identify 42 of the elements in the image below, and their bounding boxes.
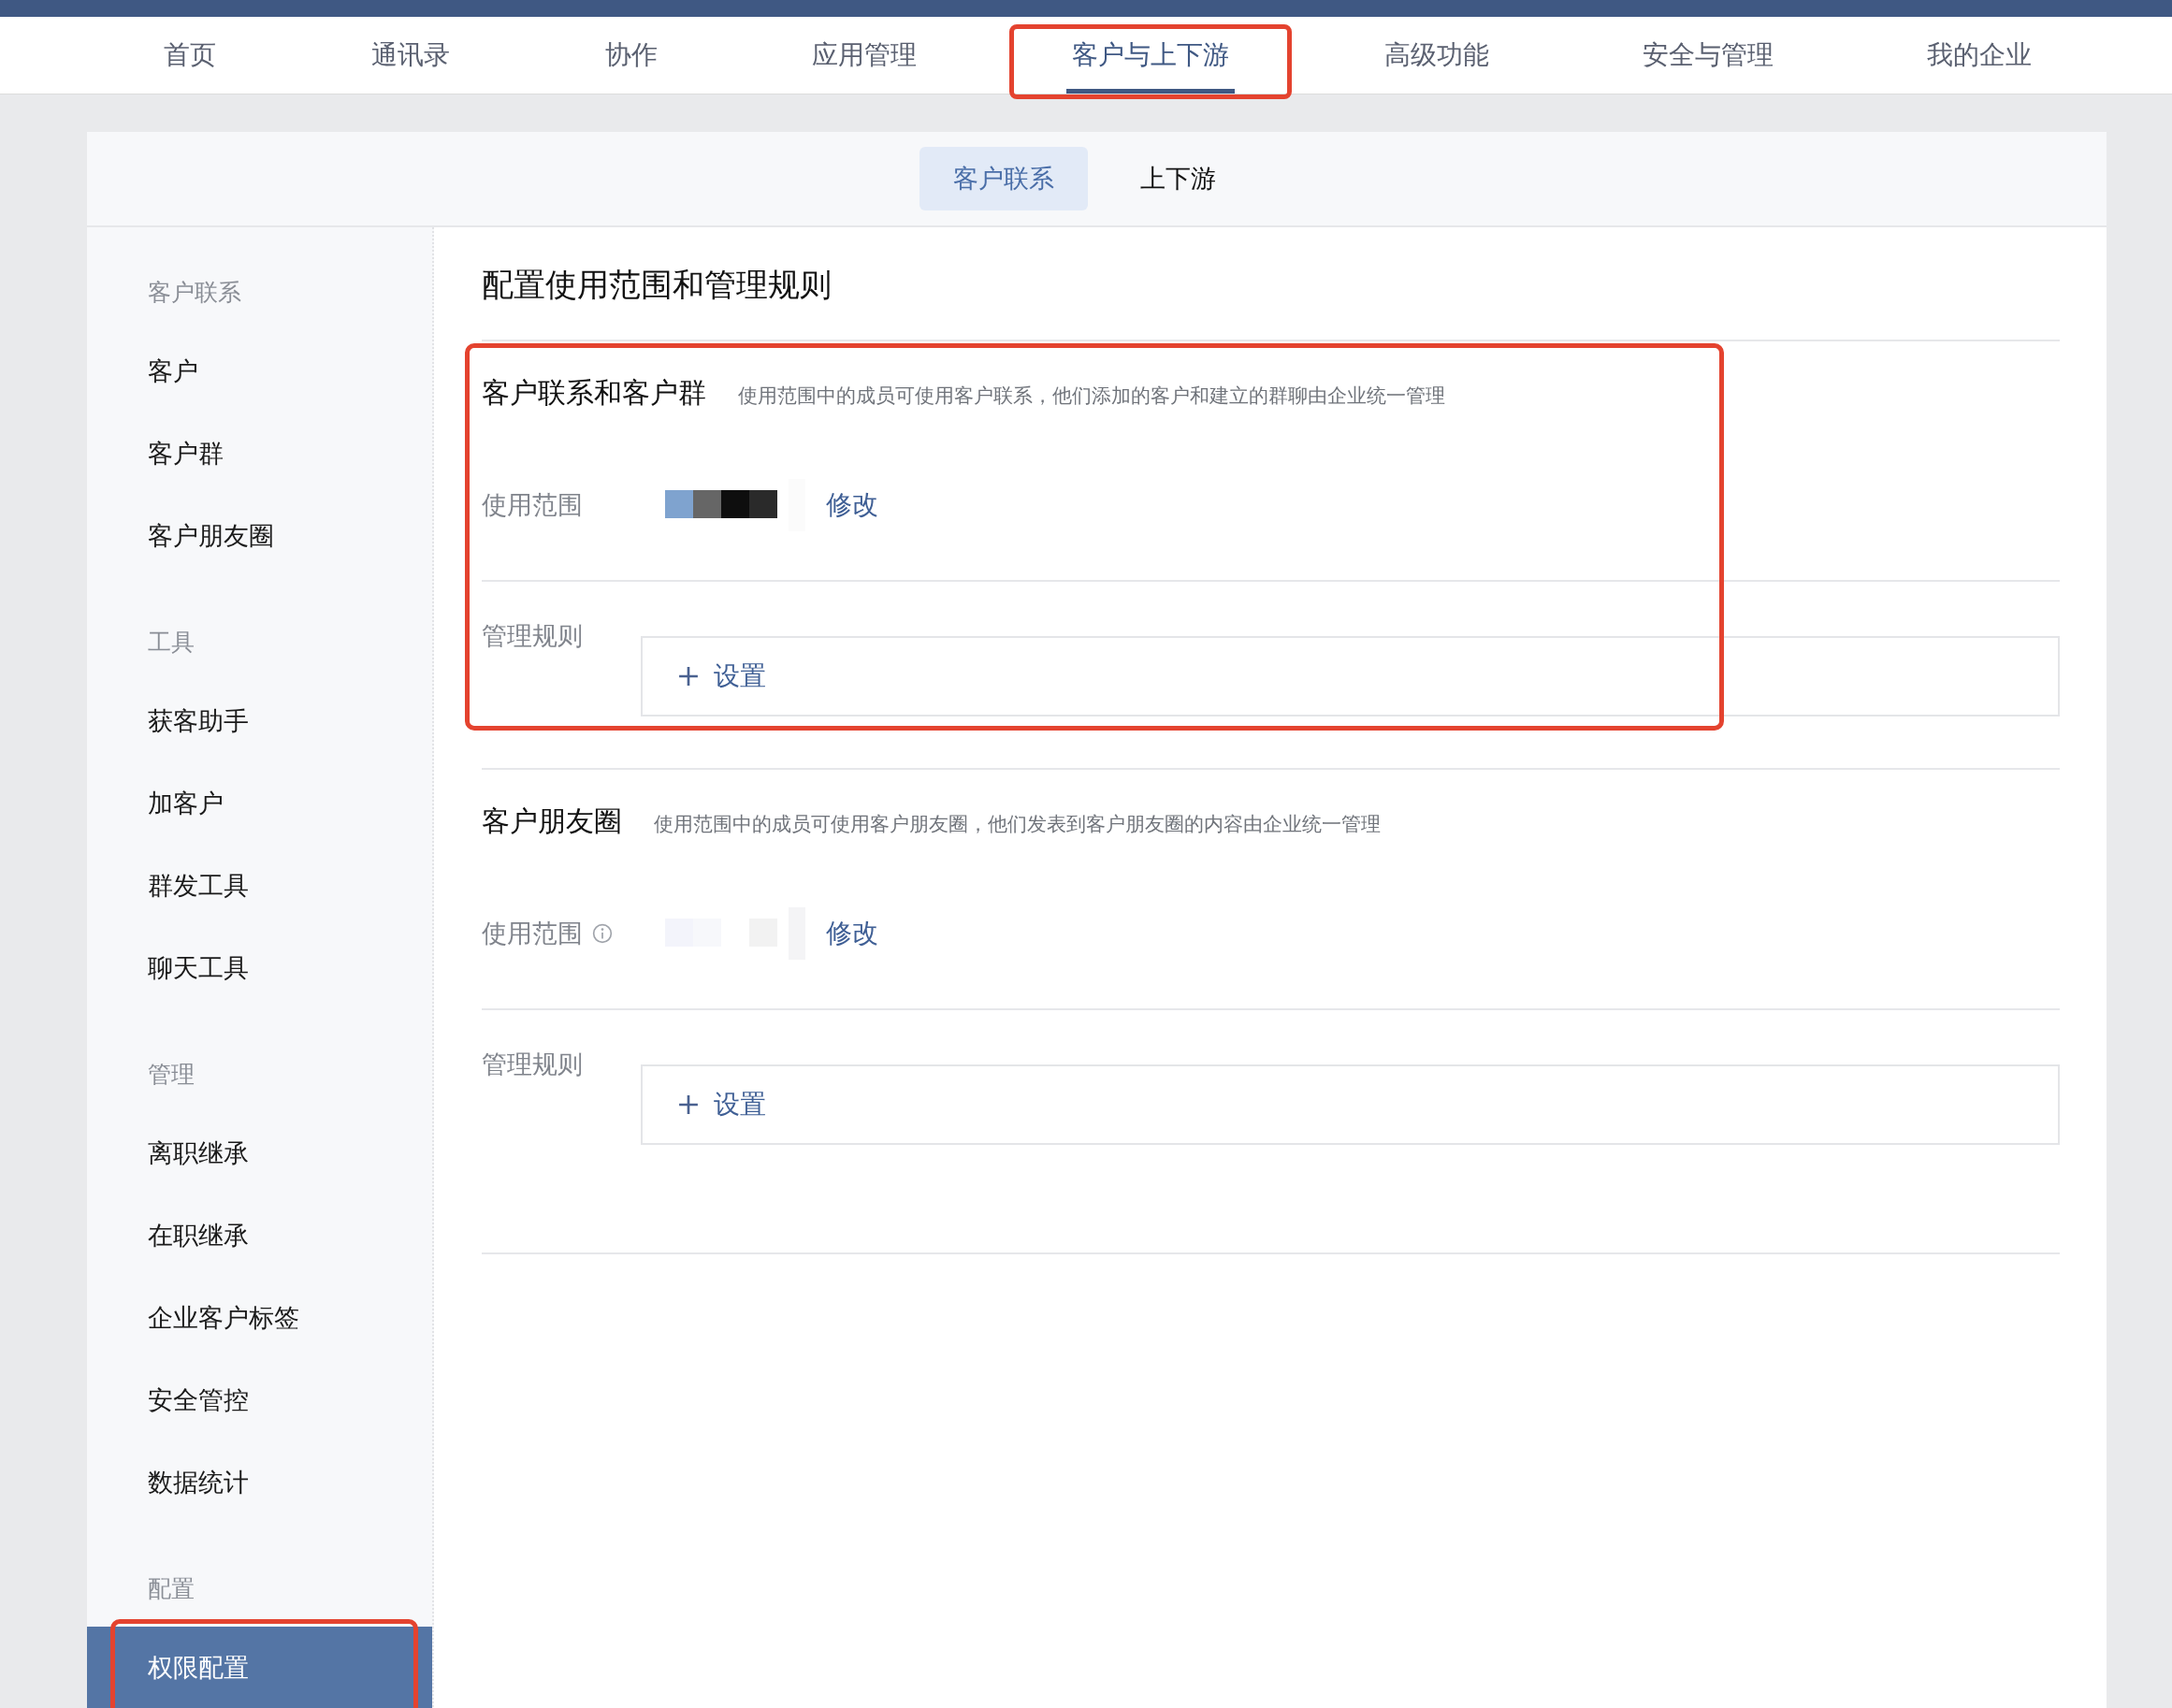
sidebar-group-title: 配置 <box>147 1574 195 1604</box>
sidebar-item[interactable]: 在职继承 <box>87 1194 432 1277</box>
section-title: 客户联系和客户群 <box>482 375 706 411</box>
field-label: 管理规则 <box>482 1049 583 1080</box>
sidebar-item[interactable]: 企业客户标签 <box>87 1277 432 1359</box>
sub-tab[interactable]: 上下游 <box>1107 147 1250 210</box>
sidebar-item[interactable]: 安全管控 <box>87 1359 432 1441</box>
nav-tab[interactable]: 我的企业 <box>1921 17 2037 94</box>
edit-link[interactable]: 修改 <box>826 916 878 951</box>
sidebar-item[interactable]: 客户群 <box>87 413 432 495</box>
nav-tab[interactable]: 客户与上下游 <box>1066 17 1235 94</box>
sidebar-group-title: 工具 <box>147 628 195 658</box>
sidebar-item[interactable]: 聊天工具 <box>87 927 432 1009</box>
edit-link[interactable]: 修改 <box>826 487 878 523</box>
sidebar-group-title: 客户联系 <box>147 278 242 308</box>
field-label: 使用范围 <box>482 489 583 521</box>
nav-tab[interactable]: 应用管理 <box>806 17 922 94</box>
sidebar-group-title: 管理 <box>147 1060 195 1090</box>
sub-tab[interactable]: 客户联系 <box>919 147 1088 210</box>
set-button[interactable]: 设置 <box>641 636 2060 716</box>
sidebar-item[interactable]: 加客户 <box>87 762 432 845</box>
field-label: 管理规则 <box>482 620 583 652</box>
sidebar-item[interactable]: 客户朋友圈 <box>87 495 432 577</box>
section-title: 客户朋友圈 <box>482 803 622 839</box>
sidebar-item[interactable]: 权限配置 <box>87 1627 432 1708</box>
sidebar-item[interactable]: 离职继承 <box>87 1112 432 1194</box>
field-label: 使用范围 <box>482 918 583 949</box>
sidebar-item[interactable]: 群发工具 <box>87 845 432 927</box>
sidebar-item[interactable]: 客户 <box>87 330 432 413</box>
section-description: 使用范围中的成员可使用客户朋友圈，他们发表到客户朋友圈的内容由企业统一管理 <box>654 812 1381 837</box>
plus-icon <box>678 1094 699 1115</box>
section-description: 使用范围中的成员可使用客户联系，他们添加的客户和建立的群聊由企业统一管理 <box>738 384 1445 409</box>
nav-tab[interactable]: 高级功能 <box>1379 17 1495 94</box>
nav-tab[interactable]: 协作 <box>600 17 663 94</box>
plus-icon <box>678 666 699 687</box>
page-title: 配置使用范围和管理规则 <box>482 265 833 305</box>
nav-tab[interactable]: 首页 <box>158 17 222 94</box>
sidebar-item[interactable]: 数据统计 <box>87 1441 432 1524</box>
nav-tab[interactable]: 通讯录 <box>366 17 456 94</box>
sidebar-item[interactable]: 获客助手 <box>87 680 432 762</box>
nav-tab[interactable]: 安全与管理 <box>1637 17 1779 94</box>
set-button[interactable]: 设置 <box>641 1064 2060 1145</box>
